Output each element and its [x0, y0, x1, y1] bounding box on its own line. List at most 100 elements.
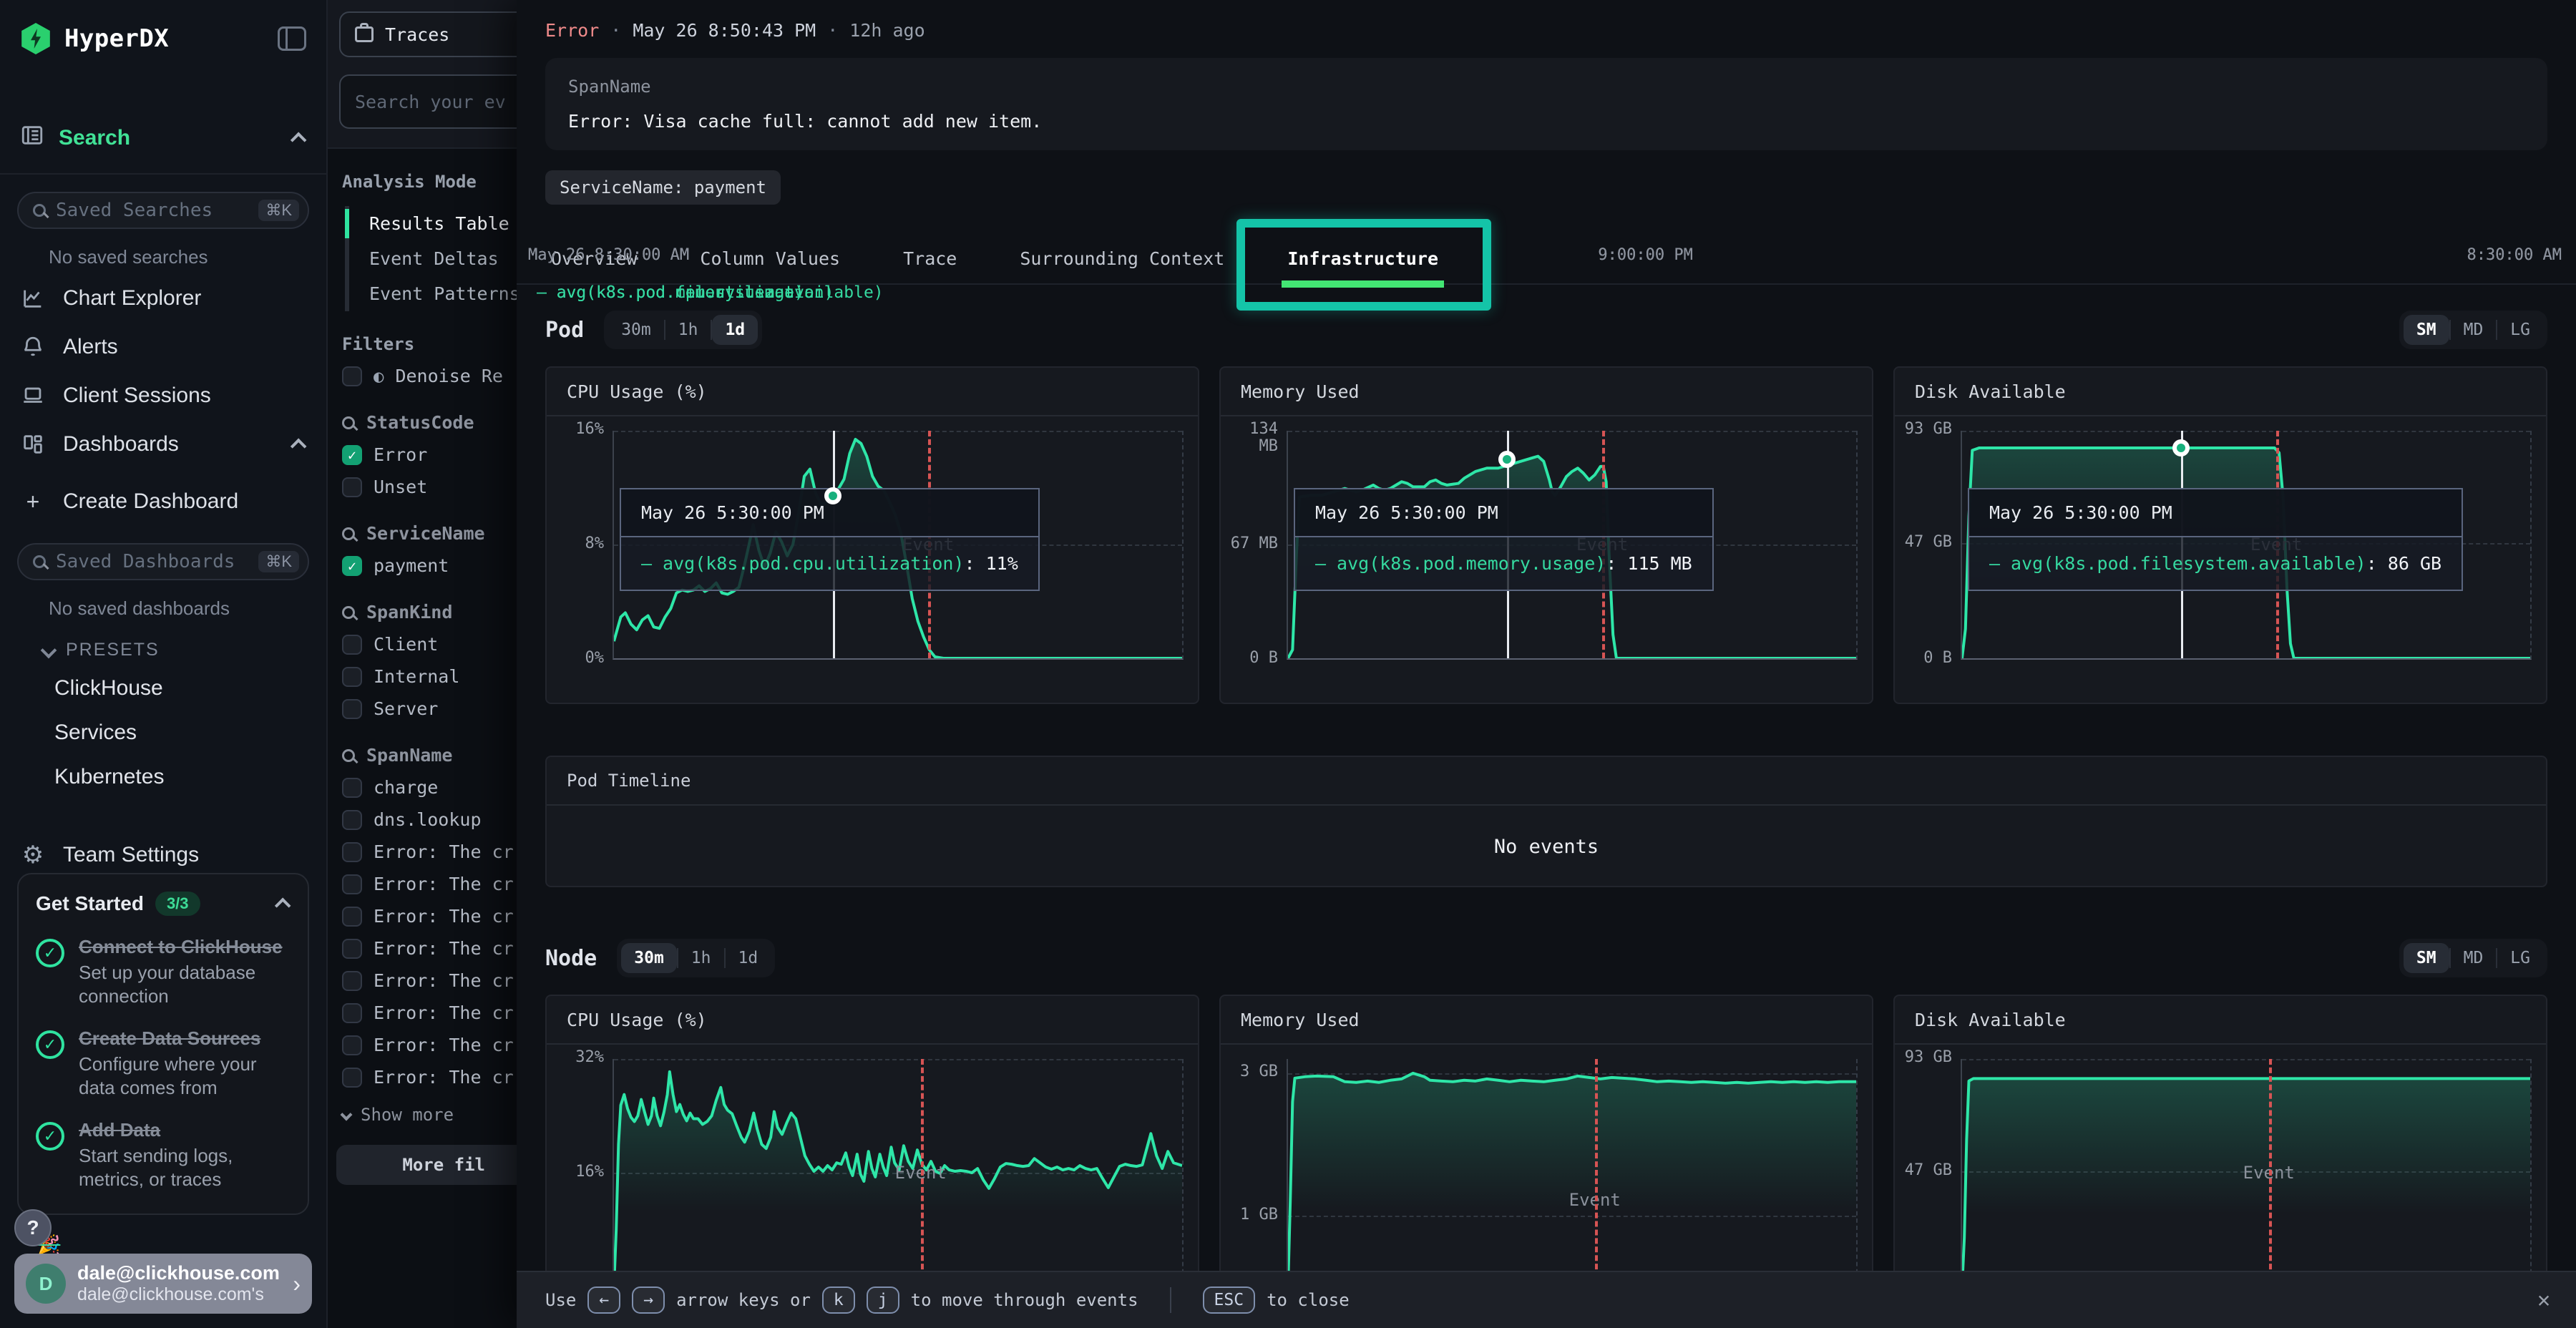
tooltip-series: — avg(k8s.pod.filesystem.available)	[1989, 553, 2366, 574]
chevron-up-icon[interactable]	[291, 132, 307, 149]
checkbox-icon[interactable]	[342, 842, 362, 862]
event-search-input[interactable]: Search your ev	[339, 74, 517, 129]
sidebar-collapse-icon[interactable]	[278, 26, 306, 51]
filter-option[interactable]: Error: The cr	[328, 965, 517, 997]
checkbox-icon[interactable]	[342, 939, 362, 959]
preset-item-services[interactable]: Services	[0, 711, 326, 755]
chevron-up-icon[interactable]	[275, 898, 291, 914]
search-icon[interactable]	[342, 527, 355, 540]
checkbox-icon[interactable]	[342, 907, 362, 927]
node-range-1h[interactable]: 1h	[678, 943, 724, 973]
presets-toggle[interactable]: PRESETS	[0, 625, 326, 666]
search-icon[interactable]	[342, 749, 355, 762]
user-menu[interactable]: D dale@clickhouse.com dale@clickhouse.co…	[14, 1254, 312, 1314]
checkbox-icon[interactable]	[342, 810, 362, 830]
chart-plot-pod-cpu[interactable]: EventMay 26 5:30:00 PM— avg(k8s.pod.cpu.…	[613, 431, 1184, 660]
get-started-item[interactable]: ✓Create Data SourcesConfigure where your…	[36, 1027, 291, 1099]
filter-option[interactable]: Client	[328, 628, 517, 660]
pod-size-md[interactable]: MD	[2451, 315, 2497, 345]
pod-range-1d[interactable]: 1d	[712, 315, 758, 345]
source-select[interactable]: Traces	[339, 11, 517, 57]
filter-option[interactable]: Error: The cr	[328, 1029, 517, 1061]
get-started-item[interactable]: ✓Add DataStart sending logs, metrics, or…	[36, 1119, 291, 1191]
filter-option[interactable]: Error: The cr	[328, 1061, 517, 1093]
chevron-up-icon[interactable]	[291, 439, 307, 455]
node-size-md[interactable]: MD	[2451, 943, 2497, 973]
node-range-1d[interactable]: 1d	[726, 943, 771, 973]
filter-option[interactable]: ✓payment	[328, 550, 517, 582]
team-settings-button[interactable]: ⚙ Team Settings	[0, 831, 326, 879]
checkbox-icon[interactable]	[342, 874, 362, 894]
filter-option[interactable]: Error: The cr	[328, 997, 517, 1029]
sidebar-item-dashboards[interactable]: Dashboards	[0, 420, 326, 469]
sidebar-section-search[interactable]: Search	[0, 103, 326, 175]
y-axis-labels: 134 MB67 MB0 B	[1221, 431, 1284, 660]
show-more-button[interactable]: Show more	[328, 1093, 517, 1125]
checkbox-icon[interactable]: ✓	[342, 556, 362, 576]
tooltip-value: — avg(k8s.pod.filesystem.available): 86 …	[1969, 537, 2462, 590]
filter-option[interactable]: Unset	[328, 471, 517, 503]
get-started-item[interactable]: ✓Connect to ClickHouseSet up your databa…	[36, 936, 291, 1007]
chart-plot-node-memory[interactable]: Event	[1287, 1059, 1858, 1288]
chart-plot-node-cpu[interactable]: Event	[613, 1059, 1184, 1288]
checkbox-icon[interactable]: ✓	[342, 445, 362, 465]
get-started-header[interactable]: Get Started 3/3	[36, 892, 291, 916]
help-button[interactable]: ?	[14, 1209, 52, 1246]
node-range-30m[interactable]: 30m	[621, 943, 677, 973]
filter-option[interactable]: Internal	[328, 660, 517, 693]
denoise-checkbox[interactable]: ◐ Denoise Re	[328, 360, 517, 392]
saved-searches-input[interactable]: Saved Searches ⌘K	[17, 192, 309, 229]
pod-range-30m[interactable]: 30m	[608, 315, 664, 345]
checkbox-icon[interactable]	[342, 1068, 362, 1088]
more-filters-button[interactable]: More fil	[336, 1145, 517, 1185]
filter-option[interactable]: Error: The cr	[328, 836, 517, 868]
checkbox-icon[interactable]	[342, 1035, 362, 1055]
chart-plot-pod-disk[interactable]: EventMay 26 5:30:00 PM— avg(k8s.pod.file…	[1961, 431, 2532, 660]
chart-body: 32%16%Event	[547, 1059, 1198, 1288]
saved-dashboards-input[interactable]: Saved Dashboards ⌘K	[17, 543, 309, 580]
checkbox-icon[interactable]	[342, 1003, 362, 1023]
checkbox-icon[interactable]	[342, 778, 362, 798]
filter-option[interactable]: Error: The cr	[328, 868, 517, 900]
filter-option[interactable]: Error: The cr	[328, 900, 517, 932]
chart-plot-pod-memory[interactable]: EventMay 26 5:30:00 PM— avg(k8s.pod.memo…	[1287, 431, 1858, 660]
footer-text: arrow keys or	[676, 1290, 811, 1310]
node-size-sm[interactable]: SM	[2404, 943, 2449, 973]
get-started-title: Get Started	[36, 892, 144, 915]
filter-option[interactable]: ✓Error	[328, 439, 517, 471]
search-icon[interactable]	[342, 416, 355, 429]
pod-timeline-empty: No events	[547, 806, 2546, 887]
sidebar-item-chart-explorer[interactable]: Chart Explorer	[0, 274, 326, 323]
chart-plot-node-disk[interactable]: Event	[1961, 1059, 2532, 1288]
pod-size-lg[interactable]: LG	[2497, 315, 2543, 345]
filter-option[interactable]: Server	[328, 693, 517, 725]
node-section-header: Node 30m1h1d SMMDLG	[545, 939, 2547, 977]
analysis-mode-results-table[interactable]: Results Table	[349, 206, 517, 241]
get-started-items: ✓Connect to ClickHouseSet up your databa…	[36, 936, 291, 1191]
laptop-icon	[20, 383, 46, 409]
search-icon[interactable]	[342, 606, 355, 619]
sidebar-item-client-sessions[interactable]: Client Sessions	[0, 371, 326, 420]
close-icon[interactable]: ✕	[2537, 1288, 2550, 1313]
pod-range-1h[interactable]: 1h	[665, 315, 711, 345]
filter-option[interactable]: charge	[328, 771, 517, 804]
pod-size-sm[interactable]: SM	[2404, 315, 2449, 345]
filter-option[interactable]: dns.lookup	[328, 804, 517, 836]
sidebar-item-alerts[interactable]: Alerts	[0, 323, 326, 371]
preset-item-clickhouse[interactable]: ClickHouse	[0, 666, 326, 711]
checkbox-icon[interactable]	[342, 699, 362, 719]
analysis-mode-event-deltas[interactable]: Event Deltas	[349, 241, 517, 276]
checkbox-icon[interactable]	[342, 635, 362, 655]
filter-option-label: Error: The cr	[374, 841, 514, 862]
service-name-chip[interactable]: ServiceName: payment	[545, 170, 781, 205]
create-dashboard-button[interactable]: + Create Dashboard	[0, 477, 326, 526]
filter-option[interactable]: Error: The cr	[328, 932, 517, 965]
preset-item-kubernetes[interactable]: Kubernetes	[0, 755, 326, 799]
checkbox-icon[interactable]	[342, 971, 362, 991]
chart-body: 93 GB47 GB0 BEventMay 26 5:30:00 PM— avg…	[1895, 431, 2546, 660]
presets-label: PRESETS	[66, 640, 160, 660]
analysis-mode-event-patterns[interactable]: Event Patterns	[349, 276, 517, 311]
checkbox-icon[interactable]	[342, 667, 362, 687]
checkbox-icon[interactable]	[342, 477, 362, 497]
node-size-lg[interactable]: LG	[2497, 943, 2543, 973]
